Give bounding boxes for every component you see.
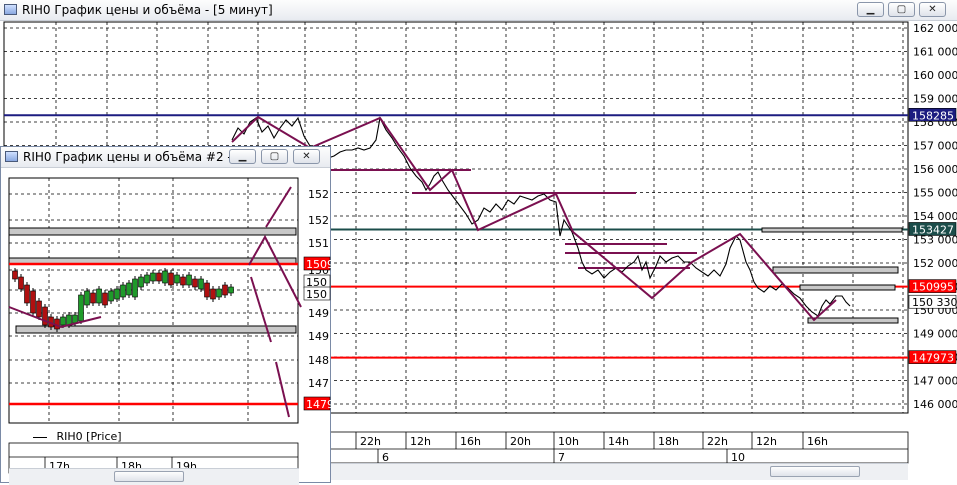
y-tick-label: 152 bbox=[308, 188, 329, 201]
level-box bbox=[799, 284, 896, 291]
candle-body bbox=[210, 288, 216, 300]
candle-body bbox=[204, 282, 210, 298]
price-label: 1509 bbox=[306, 258, 332, 271]
y-tick-label: 161 000 bbox=[913, 46, 957, 59]
candle-body bbox=[216, 288, 222, 298]
minimize-button[interactable]: ▁ bbox=[229, 149, 256, 164]
candle-body bbox=[66, 314, 72, 326]
restore-button[interactable]: ▢ bbox=[261, 149, 288, 164]
y-tick-label: 149 000 bbox=[913, 328, 957, 341]
candle-body bbox=[24, 284, 30, 304]
level-box bbox=[8, 227, 297, 236]
y-tick-label: 152 000 bbox=[913, 257, 957, 270]
y-tick-label: 157 000 bbox=[913, 140, 957, 153]
y-tick-label: 149 bbox=[308, 307, 329, 320]
candle-body bbox=[132, 278, 138, 298]
y-tick-label: 155 000 bbox=[913, 187, 957, 200]
candle-body bbox=[60, 316, 66, 326]
candle-body bbox=[186, 274, 192, 286]
secondary-horizontal-scrollbar[interactable] bbox=[9, 468, 299, 485]
candle-body bbox=[156, 272, 162, 282]
candle-body bbox=[90, 292, 96, 304]
candle-body bbox=[198, 278, 204, 290]
main-horizontal-scrollbar[interactable] bbox=[330, 463, 908, 480]
candle-body bbox=[144, 274, 150, 284]
candle-body bbox=[180, 276, 186, 286]
candle-body bbox=[120, 284, 126, 298]
candle-body bbox=[84, 290, 90, 306]
price-label: 150 330 bbox=[912, 296, 957, 309]
y-tick-label: 162 000 bbox=[913, 22, 957, 35]
level-box bbox=[772, 266, 899, 274]
y-tick-label: 156 000 bbox=[913, 163, 957, 176]
secondary-title-bar[interactable]: RIH0 График цены и объёма #2 - ... ▁ ▢ ✕ bbox=[1, 147, 330, 168]
candle-body bbox=[138, 276, 144, 288]
candle-body bbox=[162, 270, 168, 284]
candle-body bbox=[30, 290, 36, 314]
candle-body bbox=[228, 286, 234, 294]
y-tick-label: 160 000 bbox=[913, 69, 957, 82]
y-tick-label: 147 000 bbox=[913, 375, 957, 388]
y-tick-label: 152 bbox=[308, 214, 329, 227]
candle-body bbox=[72, 314, 78, 324]
time-label: 12h bbox=[756, 435, 777, 448]
candle-body bbox=[150, 272, 156, 282]
price-label: 1479 bbox=[306, 398, 332, 411]
price-label: 158285 bbox=[912, 109, 954, 122]
candle-body bbox=[168, 272, 174, 286]
candle-body bbox=[36, 300, 42, 318]
y-tick-label: 146 000 bbox=[913, 398, 957, 411]
candle-body bbox=[96, 288, 102, 304]
candle-body bbox=[174, 274, 180, 284]
time-label: 16h bbox=[460, 435, 481, 448]
close-button[interactable]: ✕ bbox=[293, 149, 320, 164]
y-tick-label: 154 000 bbox=[913, 210, 957, 223]
time-label: 18h bbox=[658, 435, 679, 448]
time-label: 22h bbox=[360, 435, 381, 448]
candle-body bbox=[102, 292, 108, 306]
price-label: 150995 bbox=[912, 281, 954, 294]
time-label: 16h bbox=[807, 435, 828, 448]
main-scroll-thumb[interactable] bbox=[770, 466, 860, 477]
y-tick-label: 149 bbox=[308, 330, 329, 343]
time-label: 12h bbox=[410, 435, 431, 448]
candle-body bbox=[192, 278, 198, 288]
legend-line bbox=[33, 436, 47, 438]
time-label: 20h bbox=[510, 435, 531, 448]
time-label: 10h bbox=[558, 435, 579, 448]
y-tick-label: 147 bbox=[308, 377, 329, 390]
price-label: 153427 bbox=[912, 223, 954, 236]
y-tick-label: 159 000 bbox=[913, 93, 957, 106]
plot-area bbox=[8, 177, 299, 424]
level-box bbox=[761, 227, 903, 233]
y-tick-label: 148 bbox=[308, 354, 329, 367]
chart-window-icon bbox=[5, 151, 18, 162]
time-label: 14h bbox=[608, 435, 629, 448]
time-label: 22h bbox=[707, 435, 728, 448]
level-box bbox=[807, 317, 899, 324]
legend-label: RIH0 [Price] bbox=[56, 430, 122, 443]
y-tick-label: 151 bbox=[308, 237, 329, 250]
secondary-scroll-thumb[interactable] bbox=[114, 471, 184, 482]
candle-body bbox=[12, 270, 18, 280]
candle-body bbox=[108, 290, 114, 302]
candle-body bbox=[78, 294, 84, 322]
candle-body bbox=[126, 282, 132, 296]
secondary-window-title: RIH0 График цены и объёма #2 - ... bbox=[23, 150, 247, 164]
legend: RIH0 [Price] bbox=[33, 430, 122, 443]
price-label: 147973 bbox=[912, 352, 954, 365]
secondary-chart-window: RIH0 График цены и объёма #2 - ... ▁ ▢ ✕… bbox=[0, 146, 332, 485]
candle-body bbox=[18, 276, 24, 290]
price-label: 150 bbox=[306, 288, 327, 301]
candle-body bbox=[114, 288, 120, 300]
candle-body bbox=[222, 284, 228, 296]
